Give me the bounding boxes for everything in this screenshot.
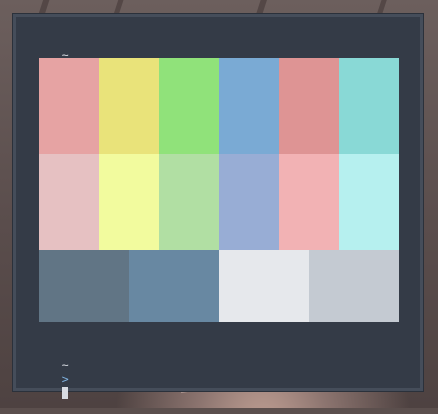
color-swatch [339, 154, 399, 250]
color-swatch [39, 154, 99, 250]
color-swatch [39, 58, 99, 154]
terminal-window[interactable]: ~ > colorblock ~ > [13, 14, 423, 399]
color-swatch [129, 250, 219, 322]
color-swatch [309, 250, 399, 322]
color-row-neutral [39, 250, 399, 322]
color-swatch [159, 58, 219, 154]
color-swatch [39, 250, 129, 322]
color-swatch [99, 58, 159, 154]
color-swatch [279, 154, 339, 250]
active-prompt-line[interactable]: ~ > [34, 344, 69, 414]
color-swatch [99, 154, 159, 250]
color-swatch [159, 154, 219, 250]
color-row-normal [39, 58, 399, 154]
color-swatch [219, 154, 279, 250]
color-swatch [219, 250, 309, 322]
prompt-arrow: > [61, 372, 69, 386]
text-cursor[interactable] [61, 387, 68, 399]
colorblock-output [39, 58, 399, 322]
color-row-bright [39, 154, 399, 250]
prompt-tilde: ~ [61, 358, 69, 372]
color-swatch [339, 58, 399, 154]
color-swatch [219, 58, 279, 154]
color-swatch [279, 58, 339, 154]
